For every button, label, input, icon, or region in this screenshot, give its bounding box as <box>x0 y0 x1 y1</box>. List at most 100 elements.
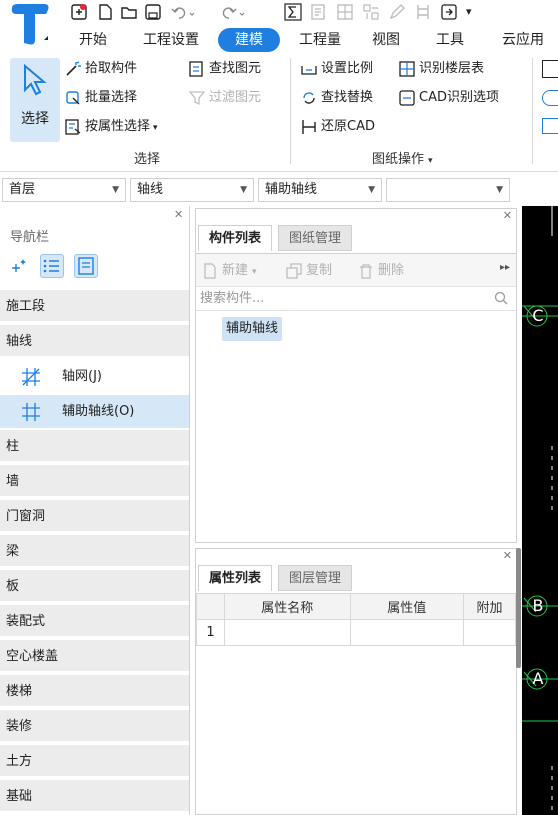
property-value-cell[interactable] <box>349 619 465 646</box>
nav-category-door-window-opening[interactable]: 门窗洞 <box>0 500 189 533</box>
set-scale-button[interactable]: 设置比例 <box>300 58 373 80</box>
select-button[interactable]: 选择 <box>10 58 60 142</box>
tab-layer-management[interactable]: 图层管理 <box>278 565 353 591</box>
tab-drawing-management[interactable]: 图纸管理 <box>278 225 353 251</box>
nav-category-beam[interactable]: 梁 <box>0 535 189 568</box>
list-view-icon[interactable] <box>40 254 64 278</box>
vertical-scrollbar[interactable] <box>516 548 521 668</box>
select-button-label: 选择 <box>21 111 49 127</box>
close-icon[interactable]: ✕ <box>503 549 512 562</box>
add-sparkle-icon[interactable] <box>8 254 32 278</box>
tab-modeling[interactable]: 建模 <box>218 28 280 52</box>
table-row[interactable]: 1 <box>196 619 516 646</box>
nav-category-foundation[interactable]: 基础 <box>0 780 189 813</box>
component-list-panel: ✕ 构件列表 图纸管理 新建 ▾ 复制 删除 ▸▸ 搜索构件... 辅助轴线 <box>195 208 517 543</box>
find-replace-button[interactable]: 查找替换 <box>300 87 373 109</box>
property-extra-header: 附加 <box>463 593 516 620</box>
identify-floor-table-button[interactable]: 识别楼层表 <box>398 58 484 80</box>
nav-category-hollow-floor[interactable]: 空心楼盖 <box>0 640 189 673</box>
component-item[interactable]: 辅助轴线 <box>222 317 283 341</box>
axis-label-b: B <box>532 596 544 615</box>
nav-category-stairs[interactable]: 楼梯 <box>0 675 189 708</box>
nav-item-axis-grid[interactable]: 轴网(J) <box>0 360 189 393</box>
tab-tools[interactable]: 工具 <box>428 28 472 52</box>
batch-select-icon <box>64 89 82 107</box>
tab-start[interactable]: 开始 <box>68 28 118 52</box>
tab-property-list[interactable]: 属性列表 <box>198 565 273 591</box>
select-by-property-button[interactable]: 按属性选择 ▾ <box>64 116 158 138</box>
overflow-tool-icon[interactable] <box>542 60 558 78</box>
more-tools-icon[interactable]: ▸▸ <box>500 262 510 273</box>
nav-item-auxiliary-axis[interactable]: 辅助轴线(O) <box>0 395 189 428</box>
cad-identify-options-button[interactable]: CAD识别选项 <box>398 87 499 109</box>
new-file-icon[interactable] <box>96 3 114 21</box>
open-folder-icon[interactable] <box>120 3 138 21</box>
property-extra-cell[interactable] <box>463 619 516 646</box>
pick-component-label: 拾取构件 <box>85 61 138 76</box>
ribbon-separator-2 <box>532 58 533 164</box>
layout-icon[interactable] <box>362 3 380 21</box>
property-select-icon <box>64 118 82 136</box>
floor-select-value: 首层 <box>9 182 36 197</box>
nav-category-slab[interactable]: 板 <box>0 570 189 603</box>
nav-category-earthwork[interactable]: 土方 <box>0 745 189 778</box>
close-icon[interactable]: ✕ <box>503 209 512 222</box>
redo-icon[interactable] <box>220 3 248 21</box>
sum-icon[interactable] <box>284 3 302 21</box>
filter-element-button[interactable]: 过滤图元 <box>188 87 261 109</box>
column-icon[interactable] <box>414 3 432 21</box>
find-element-button[interactable]: 查找图元 <box>188 58 261 80</box>
set-scale-label: 设置比例 <box>321 61 374 76</box>
tab-cloud-apps[interactable]: 云应用 <box>494 28 552 52</box>
nav-category-column[interactable]: 柱 <box>0 430 189 463</box>
new-project-icon[interactable] <box>70 3 88 21</box>
close-icon[interactable]: ✕ <box>174 208 183 221</box>
overflow-tool-icon-2[interactable] <box>542 90 558 106</box>
chevron-down-icon: ▼ <box>368 185 375 195</box>
floor-select[interactable]: 首层 ▼ <box>2 178 126 202</box>
component-select[interactable]: ▼ <box>386 178 510 202</box>
copy-component-button[interactable]: 复制 <box>286 260 332 282</box>
type-select-value: 辅助轴线 <box>265 182 318 197</box>
find-replace-label: 查找替换 <box>321 90 374 105</box>
pick-component-button[interactable]: 拾取构件 <box>64 58 137 80</box>
filter-element-label: 过滤图元 <box>209 90 262 105</box>
customize-quick-access-icon[interactable]: ▾ <box>466 3 484 21</box>
save-icon[interactable] <box>144 3 162 21</box>
new-component-button[interactable]: 新建 ▾ <box>202 260 257 282</box>
filter-combo-row: 首层 ▼ 轴线 ▼ 辅助轴线 ▼ ▼ <box>0 176 520 204</box>
find-element-label: 查找图元 <box>209 61 262 76</box>
search-placeholder: 搜索构件... <box>200 291 265 306</box>
search-icon <box>494 291 508 305</box>
tab-quantities[interactable]: 工程量 <box>290 28 350 52</box>
nav-category-construction-section[interactable]: 施工段 <box>0 290 189 323</box>
undo-icon[interactable] <box>170 3 198 21</box>
category-select[interactable]: 轴线 ▼ <box>130 178 254 202</box>
component-toolbar: 新建 ▾ 复制 删除 ▸▸ <box>196 253 516 287</box>
navigation-panel: ✕ 导航栏 施工段 轴线 轴网(J) 辅助轴线(O) 柱 墙 门窗洞 梁 板 装… <box>0 206 190 815</box>
drawing-ops-group-label[interactable]: 图纸操作 ▾ <box>372 148 433 167</box>
property-list-panel: ✕ 属性列表 图层管理 属性名称 属性值 附加 1 <box>195 548 517 815</box>
detail-view-icon[interactable] <box>74 254 98 278</box>
nav-category-decoration[interactable]: 装修 <box>0 710 189 743</box>
chevron-down-icon: ▾ <box>252 267 257 277</box>
property-name-cell[interactable] <box>223 619 351 646</box>
pencil-icon[interactable] <box>388 3 406 21</box>
nav-category-prefabricated[interactable]: 装配式 <box>0 605 189 638</box>
tab-project-settings[interactable]: 工程设置 <box>134 28 208 52</box>
overflow-tool-icon-3[interactable] <box>542 118 558 134</box>
drawing-canvas[interactable] <box>522 206 558 815</box>
auxiliary-axis-icon <box>20 401 42 423</box>
delete-component-button[interactable]: 删除 <box>358 260 404 282</box>
restore-cad-button[interactable]: 还原CAD <box>300 116 375 138</box>
tab-view[interactable]: 视图 <box>364 28 408 52</box>
export-icon[interactable] <box>440 3 458 21</box>
tab-component-list[interactable]: 构件列表 <box>198 225 273 251</box>
report-icon[interactable] <box>310 3 328 21</box>
batch-select-button[interactable]: 批量选择 <box>64 87 137 109</box>
nav-category-wall[interactable]: 墙 <box>0 465 189 498</box>
component-search-input[interactable]: 搜索构件... <box>196 287 516 311</box>
type-select[interactable]: 辅助轴线 ▼ <box>258 178 382 202</box>
grid-table-icon[interactable] <box>336 3 354 21</box>
nav-category-axis[interactable]: 轴线 <box>0 325 189 358</box>
